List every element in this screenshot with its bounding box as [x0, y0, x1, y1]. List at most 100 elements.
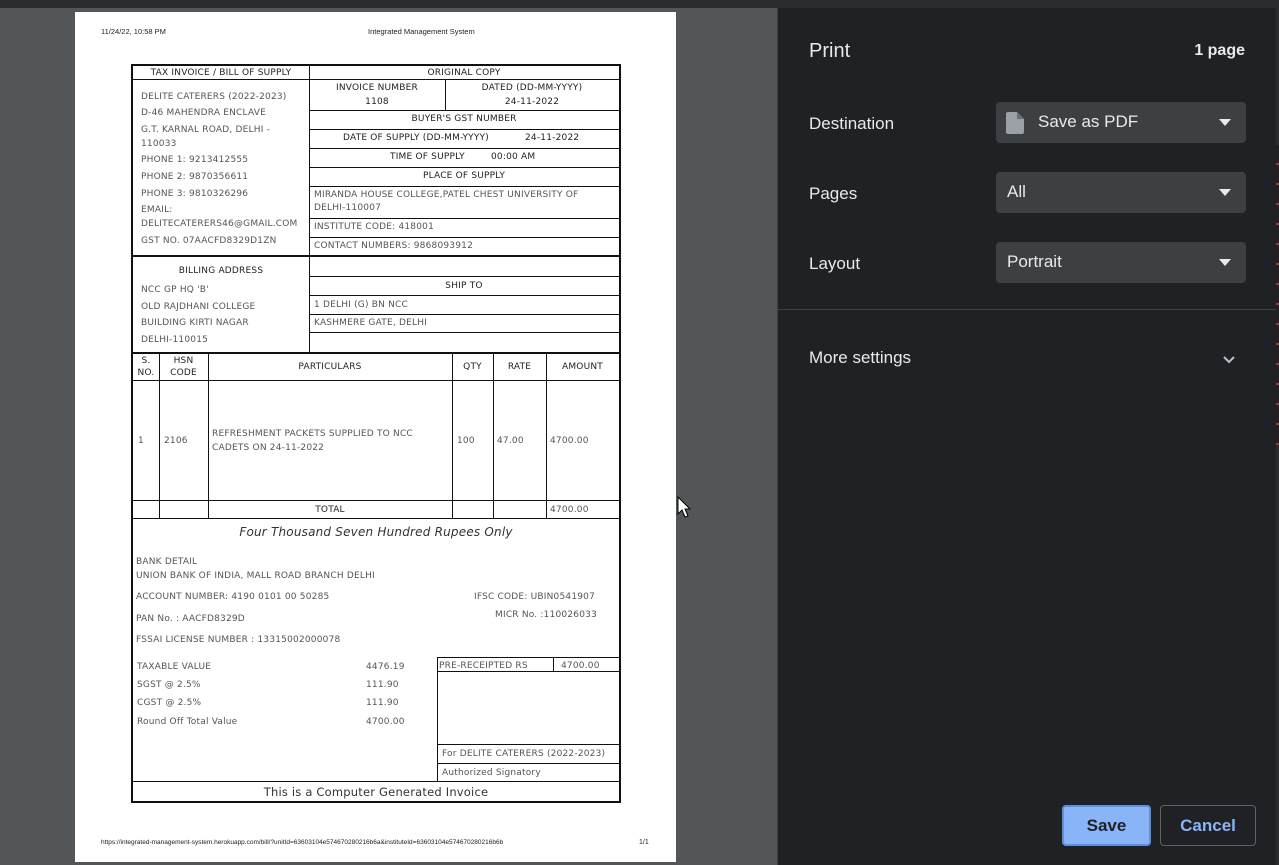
supplier-name: DELITE CATERERS (2022-2023) — [141, 92, 287, 102]
billing-address-title: BILLING ADDRESS — [178, 266, 264, 276]
destination-value: Save as PDF — [1038, 112, 1139, 131]
bank-micr: MICR No. :110026033 — [495, 610, 597, 620]
invoice-number: 1108 — [365, 97, 389, 107]
page-header-timestamp: 11/24/22, 10:58 PM — [101, 27, 166, 36]
pages-select[interactable]: All — [996, 172, 1246, 213]
billing-line-4: DELHI-110015 — [141, 335, 209, 345]
item-amount: 4700.00 — [550, 436, 589, 446]
place-of-supply-line-1: MIRANDA HOUSE COLLEGE,PATEL CHEST UNIVER… — [314, 190, 579, 200]
total-amount: 4700.00 — [550, 505, 589, 515]
item-sno: 1 — [138, 436, 144, 446]
dated-label: DATED (DD-MM-YYYY) — [481, 83, 583, 93]
supplier-phone-1: PHONE 1: 9213412555 — [141, 155, 249, 165]
col-qty: QTY — [463, 362, 482, 372]
computer-generated-note: This is a Computer Generated Invoice — [263, 785, 489, 799]
preview-page: 11/24/22, 10:58 PM Integrated Management… — [75, 12, 676, 862]
institute-code: INSTITUTE CODE: 418001 — [314, 222, 435, 232]
buyer-gst-label: BUYER'S GST NUMBER — [411, 114, 517, 124]
cancel-button[interactable]: Cancel — [1160, 805, 1256, 846]
taxable-label: TAXABLE VALUE — [137, 662, 212, 672]
pre-receipted-value: 4700.00 — [561, 661, 600, 671]
invoice: TAX INVOICE / BILL OF SUPPLY ORIGINAL CO… — [131, 64, 621, 803]
place-of-supply-line-2: DELHI-110007 — [314, 203, 382, 213]
item-particulars-1: REFRESHMENT PACKETS SUPPLIED TO NCC — [212, 429, 413, 439]
billing-line-3: BUILDING KIRTI NAGAR — [141, 318, 249, 328]
taxable-value: 4476.19 — [366, 662, 405, 672]
chevron-down-icon — [1219, 259, 1231, 266]
document-icon — [1006, 112, 1024, 139]
date-of-supply-label: DATE OF SUPPLY (DD-MM-YYYY) — [343, 133, 489, 143]
time-of-supply-label: TIME OF SUPPLY — [390, 152, 465, 162]
page-count: 1 page — [1194, 42, 1245, 59]
contact-numbers: CONTACT NUMBERS: 9868093912 — [314, 241, 474, 251]
col-hsn-2: CODE — [170, 368, 197, 378]
roundoff-value: 4700.00 — [366, 717, 405, 727]
item-rate: 47.00 — [497, 436, 524, 446]
ship-to-title: SHIP TO — [445, 281, 483, 291]
chevron-down-icon — [1219, 189, 1231, 196]
item-particulars-2: CADETS ON 24-11-2022 — [212, 443, 325, 453]
expand-chevron-icon[interactable] — [1221, 351, 1237, 372]
bank-fssai: FSSAI LICENSE NUMBER : 13315002000078 — [136, 635, 341, 645]
save-button[interactable]: Save — [1062, 805, 1151, 846]
print-preview-area: 11/24/22, 10:58 PM Integrated Management… — [0, 8, 777, 865]
supplier-email-label: EMAIL: — [141, 205, 173, 215]
item-qty: 100 — [457, 436, 475, 446]
bank-title: BANK DETAIL — [136, 557, 198, 567]
supplier-address-1: D-46 MAHENDRA ENCLAVE — [141, 108, 266, 118]
pre-receipted-label: PRE-RECEIPTED RS — [439, 661, 528, 671]
destination-label: Destination — [809, 114, 895, 133]
cgst-value: 111.90 — [366, 698, 399, 708]
chevron-down-icon — [1219, 119, 1231, 126]
layout-label: Layout — [809, 254, 861, 273]
dated-value: 24-11-2022 — [504, 97, 560, 107]
col-hsn-1: HSN — [173, 356, 194, 366]
invoice-copy-label: ORIGINAL COPY — [427, 68, 501, 78]
col-sno-2: NO. — [137, 368, 155, 378]
roundoff-label: Round Off Total Value — [137, 717, 238, 727]
print-settings-panel: Print 1 page Destination Save as PDF Pag… — [777, 8, 1279, 865]
top-bar — [0, 0, 1279, 8]
invoice-doc-type: TAX INVOICE / BILL OF SUPPLY — [150, 68, 292, 78]
sgst-label: SGST @ 2.5% — [137, 680, 201, 690]
ship-to-line-2: KASHMERE GATE, DELHI — [314, 318, 428, 328]
total-label: TOTAL — [315, 505, 345, 515]
authorized-signatory: Authorized Signatory — [442, 768, 541, 778]
col-sno-1: S. — [141, 356, 151, 366]
invoice-number-label: INVOICE NUMBER — [336, 83, 418, 93]
supplier-phone-3: PHONE 3: 9810326296 — [141, 189, 249, 199]
billing-line-1: NCC GP HQ 'B' — [141, 285, 209, 295]
destination-select[interactable]: Save as PDF — [996, 102, 1246, 143]
amount-in-words: Four Thousand Seven Hundred Rupees Only — [239, 525, 513, 539]
bank-name: UNION BANK OF INDIA, MALL ROAD BRANCH DE… — [136, 571, 375, 581]
col-particulars: PARTICULARS — [298, 362, 362, 372]
date-of-supply: 24-11-2022 — [525, 133, 580, 143]
bank-pan: PAN No. : AACFD8329D — [136, 614, 245, 624]
print-title: Print — [809, 40, 851, 62]
billing-line-2: OLD RAJDHANI COLLEGE — [141, 302, 256, 312]
mouse-cursor-icon — [677, 495, 692, 523]
more-settings-toggle[interactable]: More settings — [809, 348, 911, 368]
supplier-email: DELITECATERERS46@GMAIL.COM — [141, 219, 298, 229]
col-rate: RATE — [507, 362, 532, 372]
pages-label: Pages — [809, 184, 858, 203]
supplier-gst: GST NO. 07AACFD8329D1ZN — [141, 236, 277, 246]
place-of-supply-label: PLACE OF SUPPLY — [422, 171, 506, 181]
for-company: For DELITE CATERERS (2022-2023) — [442, 749, 606, 759]
page-header-title: Integrated Management System — [368, 27, 475, 36]
pages-value: All — [1007, 182, 1026, 201]
supplier-address-2: G.T. KARNAL ROAD, DELHI - — [141, 125, 271, 135]
ship-to-line-1: 1 DELHI (G) BN NCC — [314, 300, 409, 310]
col-amount: AMOUNT — [561, 362, 604, 372]
layout-value: Portrait — [1007, 252, 1062, 271]
panel-divider — [778, 309, 1279, 310]
page-footer-url: https://integrated-management-system.her… — [101, 839, 504, 846]
time-of-supply: 00:00 AM — [491, 152, 536, 162]
cgst-label: CGST @ 2.5% — [137, 698, 202, 708]
item-hsn: 2106 — [164, 436, 188, 446]
bank-account: ACCOUNT NUMBER: 4190 0101 00 50285 — [136, 592, 330, 602]
bank-ifsc: IFSC CODE: UBIN0541907 — [474, 592, 596, 602]
page-footer-page-number: 1/1 — [639, 839, 649, 846]
layout-select[interactable]: Portrait — [996, 242, 1246, 283]
supplier-address-3: 110033 — [141, 139, 177, 149]
